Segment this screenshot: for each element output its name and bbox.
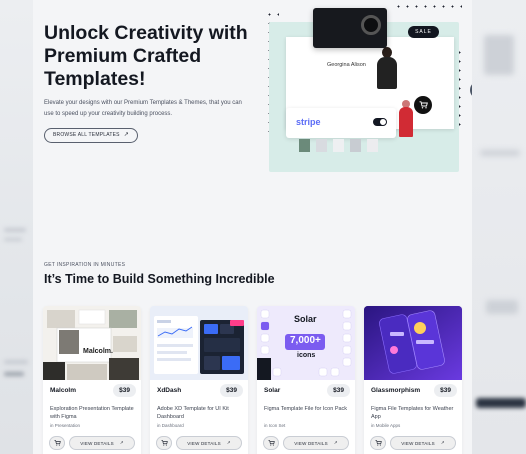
card-title[interactable]: Glassmorphism: [371, 387, 420, 394]
landing-panel: Unlock Creativity with Premium Crafted T…: [33, 0, 472, 454]
solar-thumb-count: 7,000+: [290, 335, 321, 346]
watch-face: [361, 15, 381, 35]
template-card[interactable]: Solar 7,000+ icons Solar $39 Figma Templ…: [257, 306, 355, 454]
arrow-up-right-icon: ↗: [119, 440, 124, 445]
price-badge: $39: [220, 384, 243, 397]
arrow-up-right-icon: ↗: [226, 440, 231, 445]
product-thumbnails: [299, 139, 378, 152]
model-photo: [374, 47, 400, 89]
template-card[interactable]: XdDash $39 Adobe XD Template for UI Kit …: [150, 306, 248, 454]
watch-preview-card: [313, 8, 387, 48]
browse-all-templates-button[interactable]: BROWSE ALL TEMPLATES ↗: [44, 128, 138, 143]
malcolm-thumbnail[interactable]: Malcolm.: [43, 306, 141, 380]
card-description: Adobe XD Template for UI Kit Dashboard: [157, 406, 229, 420]
card-category: in Icon Set: [264, 423, 286, 428]
template-card[interactable]: Malcolm. Malcolm $39 Exploration Present…: [43, 306, 141, 454]
card-category: in Presentation: [50, 423, 81, 428]
hero-collage: Georgina Alison SALE stripe: [265, 2, 472, 173]
glassmorphism-thumbnail[interactable]: [364, 306, 462, 380]
view-details-label: VIEW DETAILS: [80, 440, 114, 446]
card-description: Figma File Templates for Weather App: [371, 406, 454, 420]
view-details-button[interactable]: VIEW DETAILS ↗: [176, 436, 242, 450]
background-right-blur: [472, 0, 526, 454]
solar-thumb-title: Solar: [294, 314, 317, 324]
view-details-button[interactable]: VIEW DETAILS ↗: [283, 436, 349, 450]
card-title[interactable]: Solar: [264, 387, 280, 394]
payment-card: stripe: [286, 108, 396, 138]
hero-subtitle: Elevate your designs with our Premium Te…: [44, 100, 242, 117]
cart-icon: [414, 96, 432, 114]
view-details-label: VIEW DETAILS: [294, 440, 328, 446]
view-details-label: VIEW DETAILS: [187, 440, 221, 446]
arrow-up-right-icon: ↗: [333, 440, 338, 445]
browse-button-label: BROWSE ALL TEMPLATES: [53, 132, 120, 138]
price-badge: $39: [327, 384, 350, 397]
cart-icon: [375, 440, 382, 446]
xddash-thumbnail[interactable]: [150, 306, 248, 380]
view-details-label: VIEW DETAILS: [401, 440, 435, 446]
card-description: Exploration Presentation Template with F…: [50, 406, 134, 420]
card-description: Figma Template File for Icon Pack: [264, 406, 348, 412]
solar-thumb-unit: icons: [297, 352, 316, 359]
background-left-blur: [0, 0, 33, 454]
fashion-model-name: Georgina Alison: [327, 62, 366, 68]
card-title[interactable]: XdDash: [157, 387, 181, 394]
sale-badge: SALE: [408, 26, 439, 38]
malcolm-thumb-title: Malcolm.: [83, 348, 113, 355]
template-card-list: Malcolm. Malcolm $39 Exploration Present…: [43, 306, 462, 454]
malcolm-preview-graphic: [43, 306, 141, 380]
add-to-cart-button[interactable]: [370, 436, 386, 450]
dot-pattern: [394, 2, 462, 14]
section-eyebrow: GET INSPIRATION IN MINUTES: [44, 262, 126, 268]
xddash-preview-graphic: [150, 306, 248, 380]
glassmorphism-preview-graphic: [364, 306, 462, 380]
add-to-cart-button[interactable]: [49, 436, 65, 450]
card-category: in Dashboard: [157, 423, 184, 428]
template-card[interactable]: Glassmorphism $39 Figma File Templates f…: [364, 306, 462, 454]
card-category: in Mobile Apps: [371, 423, 401, 428]
stripe-logo: stripe: [296, 117, 321, 127]
cart-icon: [161, 440, 168, 446]
view-details-button[interactable]: VIEW DETAILS ↗: [69, 436, 135, 450]
arrow-up-right-icon: ↗: [123, 132, 129, 138]
toggle-switch: [373, 118, 387, 126]
add-to-cart-button[interactable]: [156, 436, 172, 450]
price-badge: $39: [434, 384, 457, 397]
hero-title: Unlock Creativity with Premium Crafted T…: [44, 22, 248, 90]
cart-icon: [268, 440, 275, 446]
cart-icon: [54, 440, 61, 446]
arrow-up-right-icon: ↗: [440, 440, 445, 445]
shield-icon: [470, 81, 472, 99]
view-details-button[interactable]: VIEW DETAILS ↗: [390, 436, 456, 450]
card-title[interactable]: Malcolm: [50, 387, 76, 394]
red-model-photo: [399, 100, 413, 150]
add-to-cart-button[interactable]: [263, 436, 279, 450]
solar-thumbnail[interactable]: Solar 7,000+ icons: [257, 306, 355, 380]
section-title: It’s Time to Build Something Incredible: [44, 272, 275, 286]
price-badge: $39: [113, 384, 136, 397]
